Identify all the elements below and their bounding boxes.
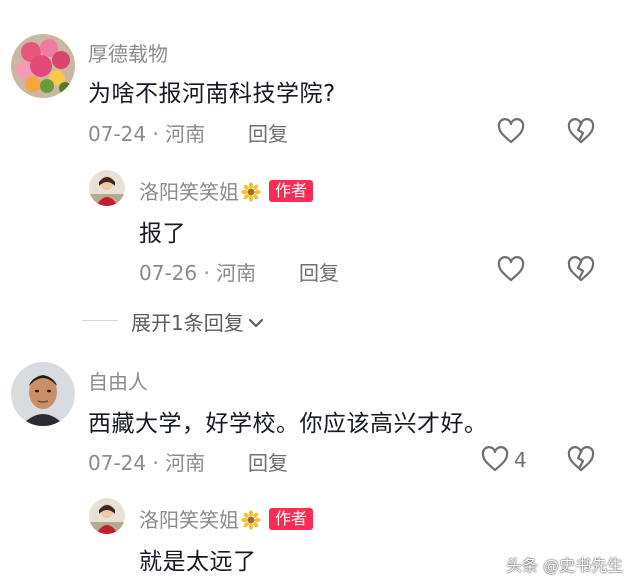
reply-username[interactable]: 洛阳笑笑姐 作者	[139, 176, 314, 205]
comment-date-location: 07-24 · 河南	[88, 122, 206, 146]
reply-text: 就是太远了	[139, 549, 257, 575]
heart-outline-icon[interactable]	[496, 116, 526, 146]
reply-button[interactable]: 回复	[299, 257, 339, 286]
expand-replies-button[interactable]: 展开1条回复	[131, 307, 265, 336]
reply-username-text: 洛阳笑笑姐	[139, 180, 239, 204]
broken-heart-icon[interactable]	[566, 444, 596, 474]
watermark: 头条 @史书先生	[506, 556, 624, 575]
sunflower-icon	[241, 510, 261, 530]
reply-date-location: 07-26 · 河南	[139, 261, 257, 285]
avatar[interactable]	[89, 170, 125, 206]
avatar[interactable]	[11, 362, 75, 426]
comment-username[interactable]: 自由人	[88, 366, 148, 395]
broken-heart-icon[interactable]	[566, 116, 596, 146]
broken-heart-icon[interactable]	[566, 254, 596, 284]
comment-username[interactable]: 厚德载物	[88, 38, 168, 67]
like-count: 4	[514, 448, 527, 472]
author-badge: 作者	[269, 180, 314, 202]
author-badge: 作者	[269, 508, 314, 530]
expand-divider	[82, 320, 118, 321]
avatar[interactable]	[89, 498, 125, 534]
expand-replies-label: 展开1条回复	[131, 311, 244, 335]
avatar[interactable]	[11, 34, 75, 98]
reply-button[interactable]: 回复	[248, 118, 288, 147]
reply-button[interactable]: 回复	[248, 447, 288, 476]
reply-username-text: 洛阳笑笑姐	[139, 508, 239, 532]
comment-date-location: 07-24 · 河南	[88, 451, 206, 475]
heart-outline-icon[interactable]	[480, 444, 510, 474]
comment-text: 为啥不报河南科技学院?	[88, 81, 336, 107]
comment-text: 西藏大学，好学校。你应该高兴才好。	[88, 411, 488, 437]
sunflower-icon	[241, 182, 261, 202]
reply-text: 报了	[139, 221, 186, 247]
heart-outline-icon[interactable]	[496, 254, 526, 284]
chevron-down-icon	[248, 318, 263, 328]
reply-username[interactable]: 洛阳笑笑姐 作者	[139, 504, 314, 533]
